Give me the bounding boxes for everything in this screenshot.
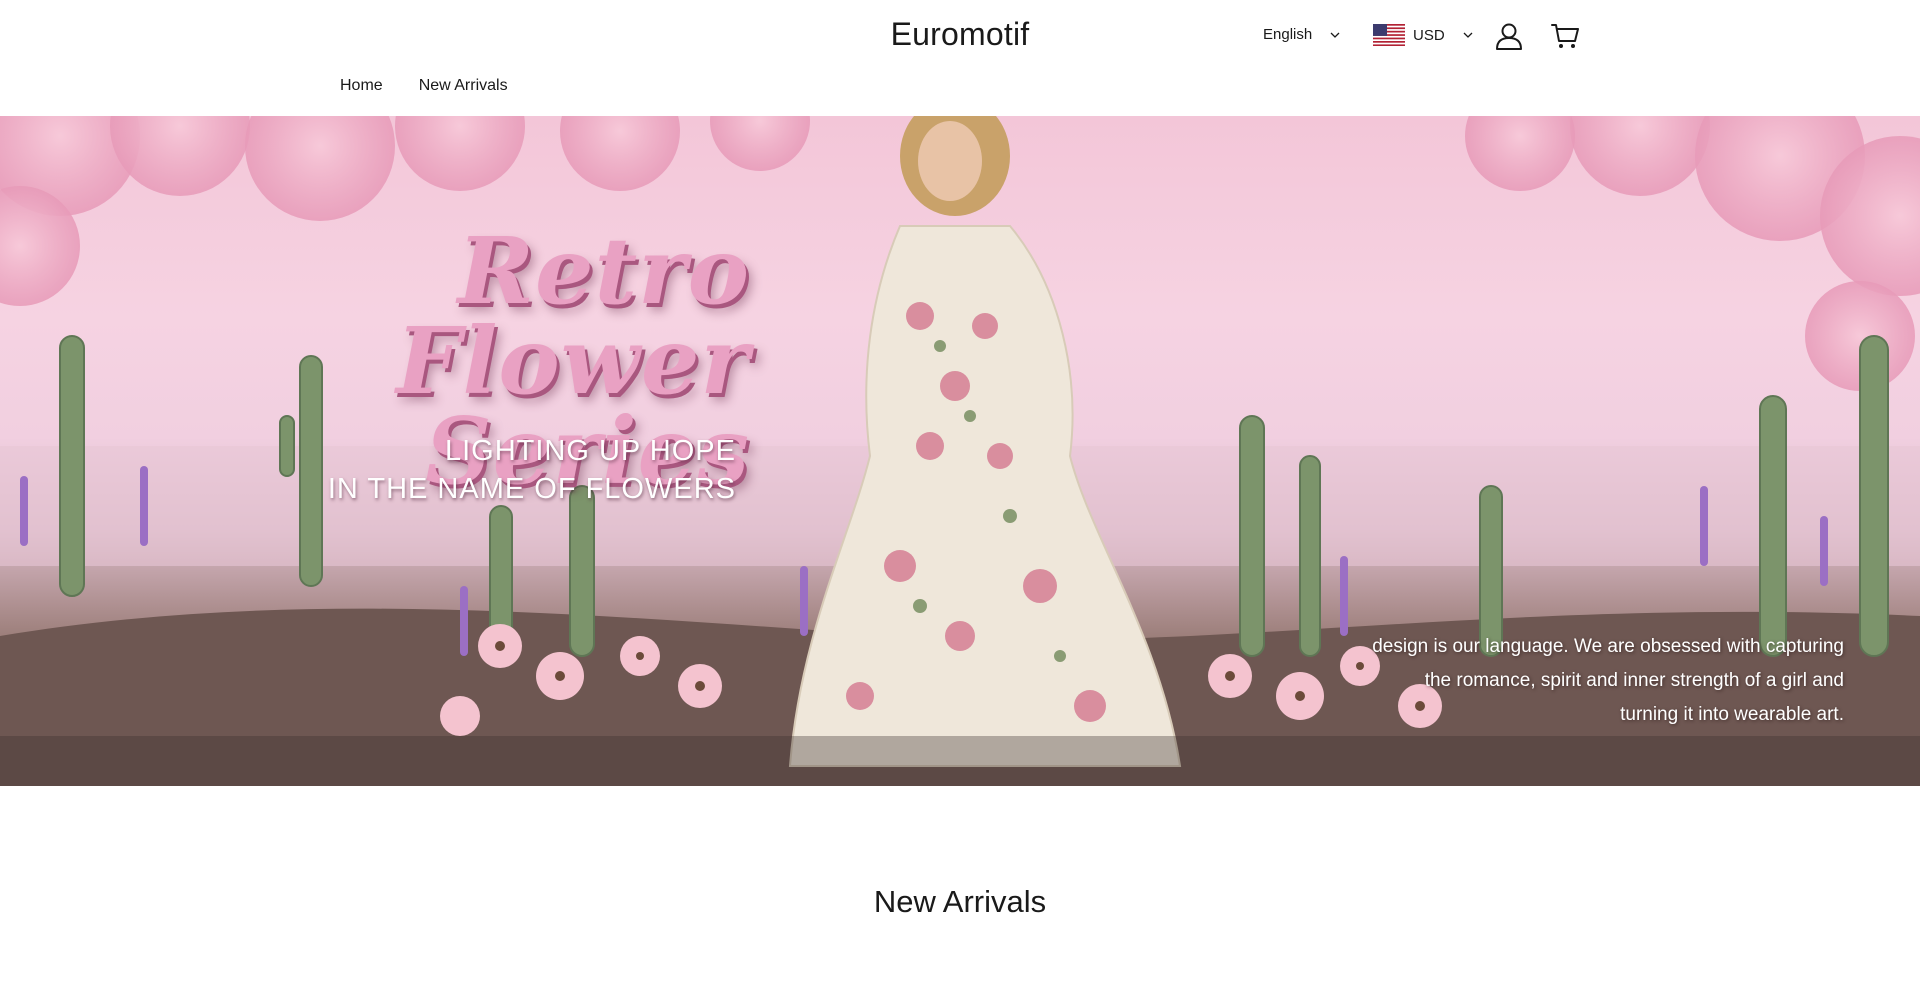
- language-label: English: [1263, 26, 1313, 43]
- hero-subtitle-line-1: LIGHTING UP HOPE: [444, 435, 736, 467]
- user-icon[interactable]: [1493, 20, 1525, 52]
- site-header: Euromotif English USD Home New Arrivals: [0, 0, 1920, 116]
- cart-icon[interactable]: [1549, 20, 1581, 52]
- chevron-down-icon: [1330, 32, 1340, 38]
- hero-copy: design is our language. We are obsessed …: [1300, 630, 1844, 732]
- us-flag-icon: [1373, 24, 1405, 46]
- language-selector[interactable]: English: [1263, 26, 1340, 43]
- hero-subtitle-line-2: IN THE NAME OF FLOWERS: [327, 473, 736, 505]
- section-title-new-arrivals: New Arrivals: [873, 884, 1047, 919]
- hero-banner[interactable]: Retro Flower Series LIGHTING UP HOPE IN …: [0, 116, 1920, 786]
- hero-copy-line-1: design is our language. We are obsessed …: [1372, 636, 1844, 657]
- hero-copy-line-3: turning it into wearable art.: [1620, 704, 1844, 725]
- main-nav: Home New Arrivals: [340, 77, 508, 95]
- brand-name[interactable]: Euromotif: [891, 16, 1030, 52]
- currency-selector[interactable]: USD: [1373, 24, 1473, 46]
- nav-item-home[interactable]: Home: [340, 77, 383, 95]
- hero-title-line-1: Retro Flower: [396, 217, 750, 415]
- hero-subtitle: LIGHTING UP HOPE IN THE NAME OF FLOWERS: [300, 432, 736, 508]
- chevron-down-icon: [1463, 32, 1473, 38]
- hero-copy-line-2: the romance, spirit and inner strength o…: [1424, 670, 1844, 691]
- nav-item-new-arrivals[interactable]: New Arrivals: [419, 77, 508, 95]
- currency-label: USD: [1413, 26, 1445, 44]
- brand-logo: Euromotif: [0, 16, 1920, 53]
